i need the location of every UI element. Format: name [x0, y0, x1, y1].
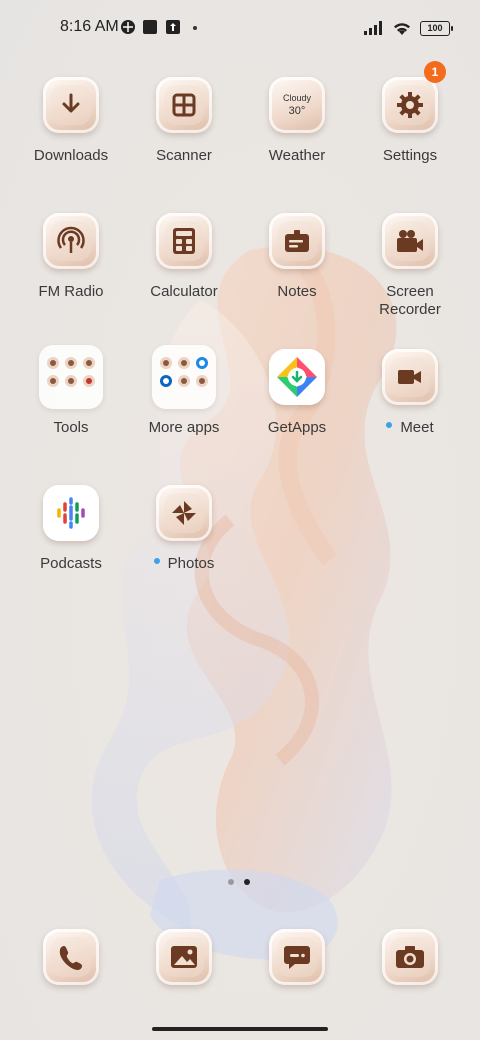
square-notification-icon	[143, 20, 157, 34]
page-indicator	[228, 879, 250, 885]
page-dot-active	[244, 879, 250, 885]
app-label: FM Radio	[38, 283, 104, 300]
status-bar: 8:16 AM 100	[0, 0, 480, 56]
app-photos[interactable]: Photos	[129, 485, 239, 573]
calculator-icon	[173, 228, 195, 254]
app-label: Notes	[277, 283, 317, 300]
notes-icon	[285, 230, 309, 252]
app-settings[interactable]: 1 Settings	[355, 61, 465, 165]
upload-notification-icon	[166, 20, 180, 34]
app-label: Tools	[53, 419, 89, 436]
radio-broadcast-icon	[57, 226, 85, 253]
app-fm-radio[interactable]: FM Radio	[16, 213, 126, 301]
camera-icon	[396, 946, 424, 968]
app-label: Settings	[382, 147, 438, 164]
app-label: Calculator	[150, 283, 218, 300]
page-dot	[228, 879, 234, 885]
signal-icon	[364, 21, 382, 35]
podcasts-icon	[57, 497, 85, 529]
gear-icon	[397, 92, 423, 118]
gesture-nav-bar[interactable]	[152, 1027, 328, 1031]
app-calculator[interactable]: Calculator	[129, 213, 239, 301]
system-indicators: 100	[364, 19, 453, 37]
scan-frame-icon	[172, 93, 196, 117]
app-label: Scanner	[156, 147, 212, 164]
app-label: Weather	[268, 147, 326, 164]
pinwheel-icon	[172, 501, 196, 525]
app-weather[interactable]: Cloudy 30° Weather	[242, 77, 352, 165]
app-folder-tools[interactable]: Tools	[16, 345, 126, 437]
notification-badge: 1	[424, 61, 446, 83]
app-notes[interactable]: Notes	[242, 213, 352, 301]
new-app-dot	[153, 558, 160, 565]
app-podcasts[interactable]: Podcasts	[16, 485, 126, 573]
more-notifications-dot	[193, 26, 197, 30]
app-label: Screen Recorder	[379, 283, 441, 318]
app-label: More apps	[148, 419, 220, 436]
app-label: Downloads	[33, 147, 109, 164]
app-downloads[interactable]: Downloads	[16, 77, 126, 165]
app-getapps[interactable]: GetApps	[242, 349, 352, 437]
app-label: Podcasts	[40, 555, 102, 572]
message-icon	[284, 946, 310, 969]
video-icon	[398, 370, 421, 384]
app-label: GetApps	[267, 419, 327, 436]
getapps-icon	[277, 357, 317, 397]
battery-level: 100	[427, 23, 443, 33]
clock: 8:16 AM	[60, 18, 119, 35]
app-label: Photos	[167, 555, 215, 572]
app-folder-more-apps[interactable]: More apps	[129, 345, 239, 437]
app-label: Meet	[400, 419, 434, 436]
dock-phone[interactable]	[16, 929, 126, 985]
download-arrow-icon	[62, 93, 80, 113]
folder-preview	[39, 345, 103, 409]
app-screen-recorder[interactable]: Screen Recorder	[355, 213, 465, 319]
dock-messages[interactable]	[242, 929, 352, 985]
new-app-dot	[386, 422, 393, 429]
battery-icon: 100	[420, 20, 453, 36]
app-label-row: Photos	[129, 555, 239, 573]
app-scanner[interactable]: Scanner	[129, 77, 239, 165]
dock-gallery[interactable]	[129, 929, 239, 985]
weather-temp: 30°	[288, 105, 306, 117]
vpn-icon	[121, 20, 135, 34]
wifi-icon	[394, 22, 410, 35]
phone-icon	[59, 946, 82, 970]
gallery-icon	[171, 946, 197, 968]
video-camera-icon	[397, 230, 423, 252]
app-label-row: Meet	[355, 419, 465, 437]
folder-preview	[152, 345, 216, 409]
weather-condition: Cloudy	[282, 93, 311, 103]
dock-camera[interactable]	[355, 929, 465, 985]
app-meet[interactable]: Meet	[355, 349, 465, 437]
home-screen: { "status": { "time": "8:16 AM", "batter…	[0, 0, 480, 1040]
